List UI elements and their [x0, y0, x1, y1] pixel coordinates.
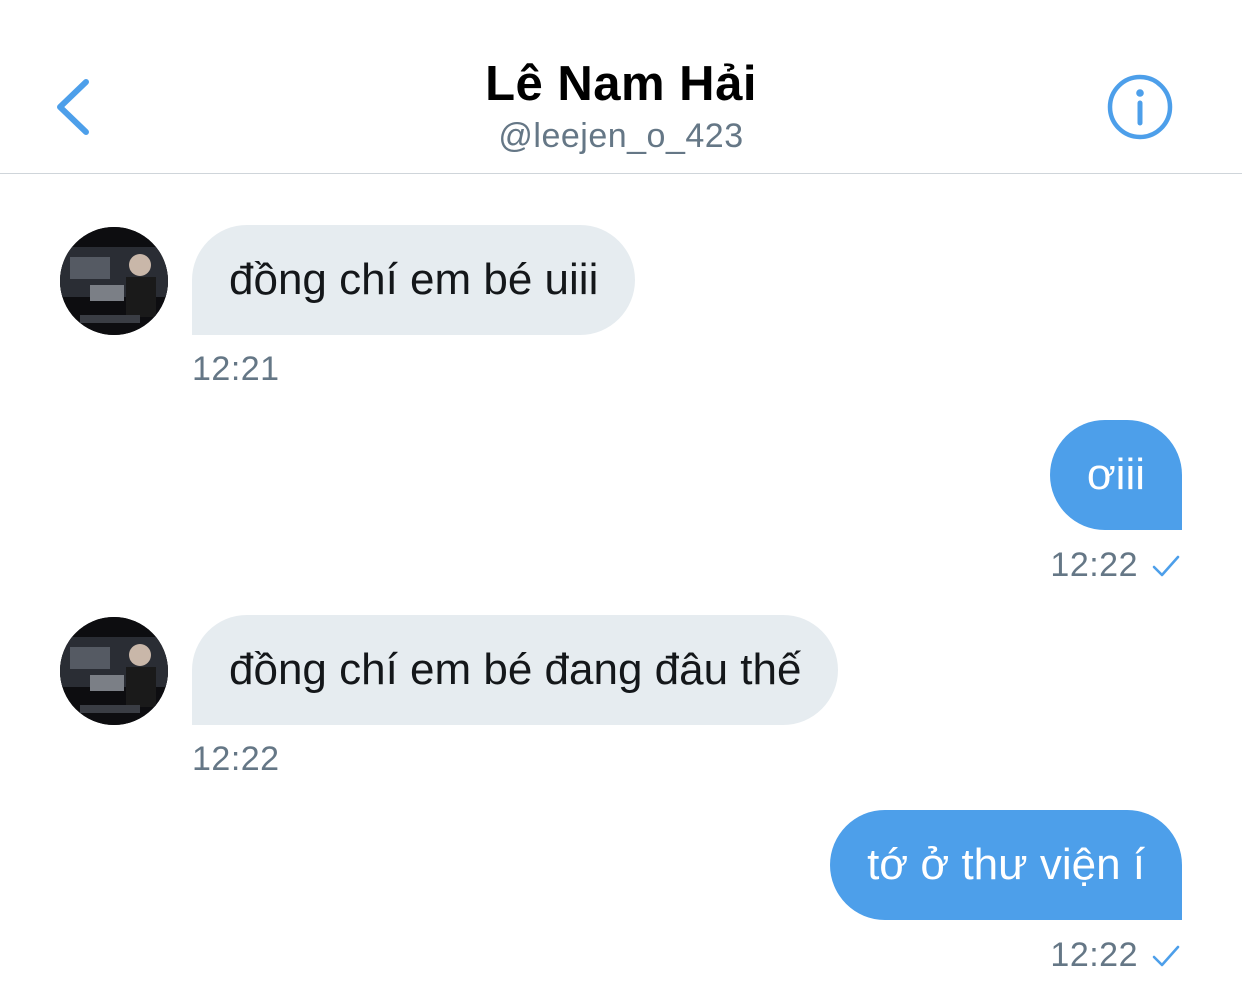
message-bubble-incoming[interactable]: đồng chí em bé uiii: [192, 225, 636, 335]
info-circle-icon: [1107, 74, 1173, 140]
contact-handle[interactable]: @leejen_o_423: [0, 117, 1242, 156]
message-timestamp: 12:21: [192, 350, 280, 388]
message-text: tớ ở thư viện í: [867, 840, 1145, 889]
avatar[interactable]: [60, 227, 168, 335]
check-icon: [1152, 945, 1180, 966]
contact-name[interactable]: Lê Nam Hải: [0, 56, 1242, 112]
message-meta: 12:22: [1050, 936, 1180, 975]
message-timestamp: 12:22: [192, 740, 280, 778]
message-text: đồng chí em bé uiii: [229, 255, 599, 304]
message-bubble-outgoing[interactable]: ơiii: [1049, 420, 1182, 530]
message-timestamp: 12:22: [1050, 936, 1138, 974]
info-button[interactable]: [1106, 73, 1174, 141]
message-text: ơiii: [1086, 450, 1145, 499]
message-timestamp: 12:22: [1050, 546, 1138, 584]
avatar-image: [60, 227, 168, 335]
conversation-header: Lê Nam Hải @leejen_o_423: [0, 0, 1242, 174]
message-meta: 12:22: [1050, 546, 1180, 585]
message-bubble-incoming[interactable]: đồng chí em bé đang đâu thế: [192, 615, 839, 725]
message-bubble-outgoing[interactable]: tớ ở thư viện í: [830, 810, 1182, 920]
avatar-image: [60, 617, 168, 725]
check-icon: [1152, 555, 1180, 576]
message-text: đồng chí em bé đang đâu thế: [229, 645, 802, 694]
avatar[interactable]: [60, 617, 168, 725]
